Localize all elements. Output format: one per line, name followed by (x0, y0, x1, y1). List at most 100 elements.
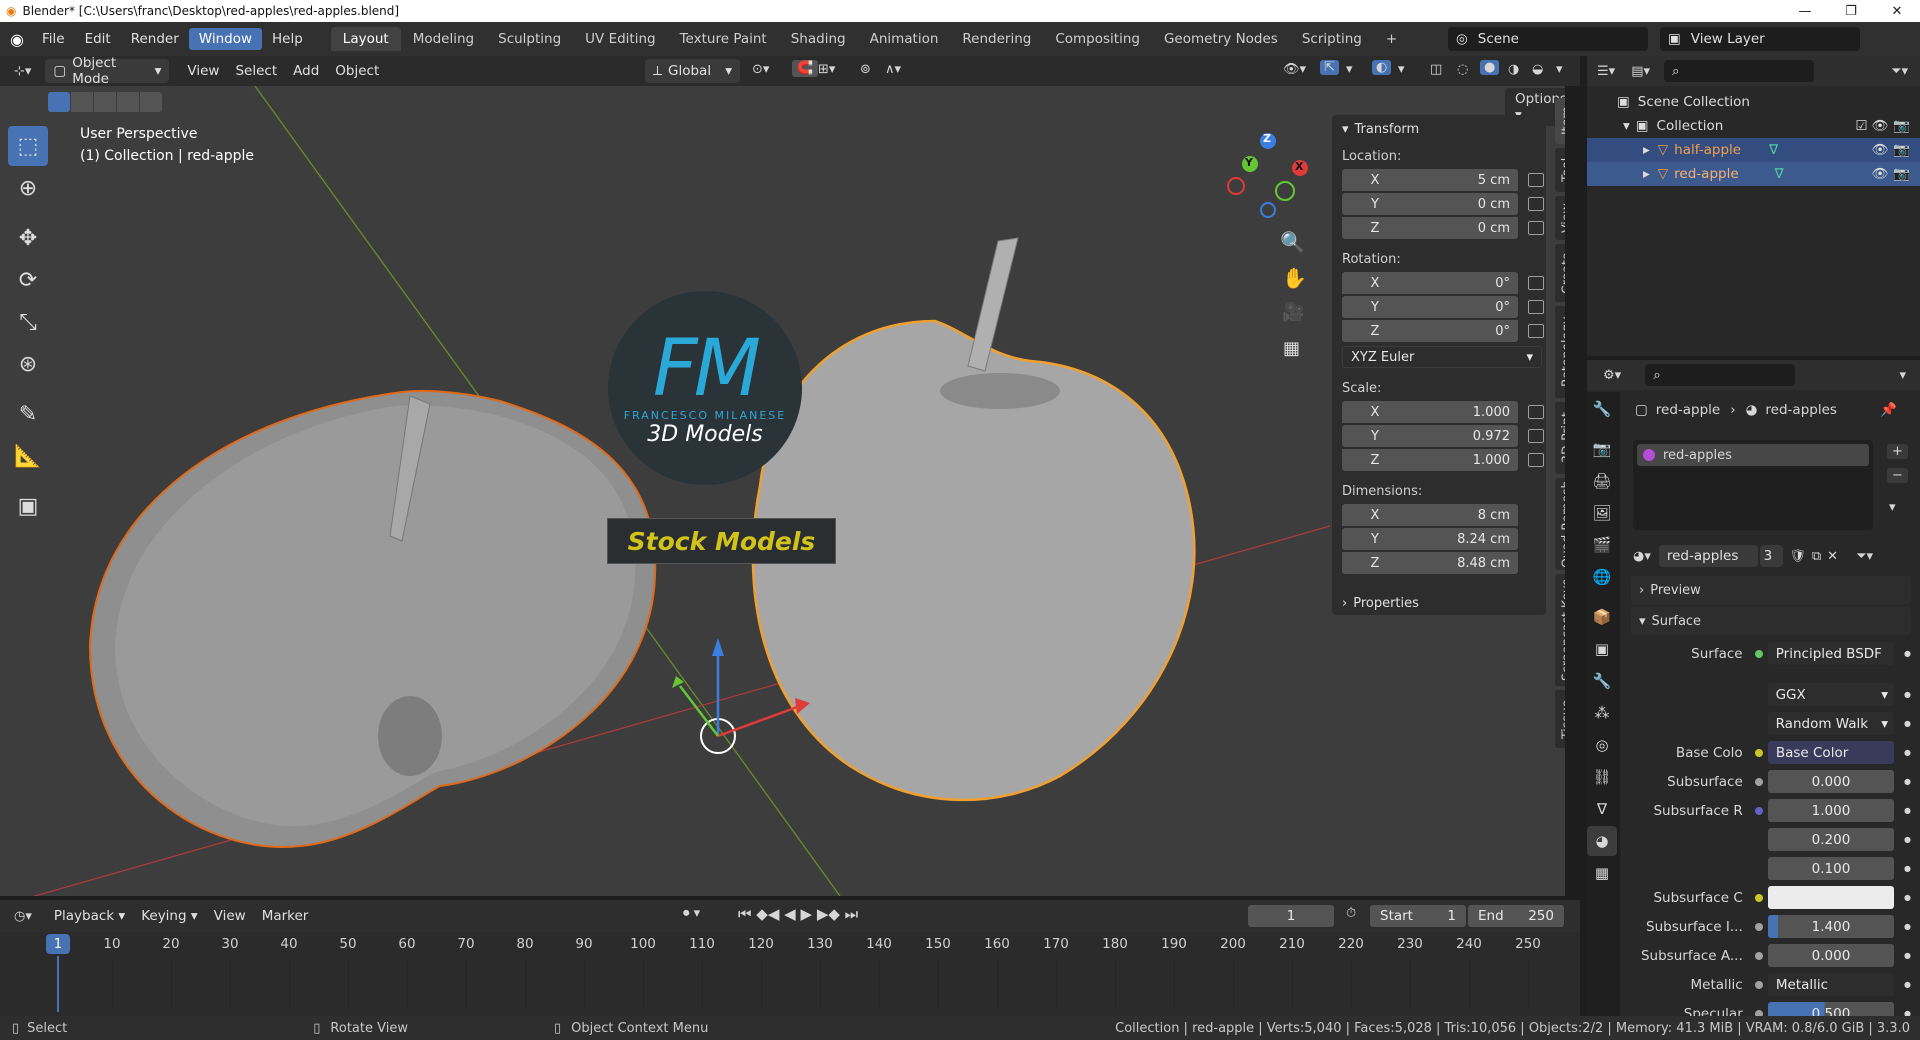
visibility-icon[interactable]: 👁 📷 (1872, 166, 1910, 182)
socket-icon[interactable] (1751, 806, 1768, 815)
keyframe-dot-icon[interactable]: ● (1904, 719, 1911, 728)
lock-icon[interactable] (1528, 276, 1544, 290)
tab-sculpting[interactable]: Sculpting (486, 27, 573, 51)
minimize-button[interactable]: — (1782, 0, 1828, 22)
constraints-tab-icon[interactable]: ⛓ (1587, 762, 1617, 792)
jump-keyframe-back-icon[interactable]: ◆◀ (756, 905, 779, 923)
socket-icon[interactable] (1751, 777, 1768, 786)
record-icon[interactable]: ⏺ ▾ (683, 906, 700, 921)
gizmo-toggle-icon[interactable]: ⇱ (1320, 60, 1339, 75)
view-layer-tab-icon[interactable]: 🖼 (1587, 498, 1617, 528)
slot-menu-icon[interactable]: ▾ (1889, 500, 1896, 515)
dimensions-x-field[interactable]: X 8 cm (1342, 504, 1518, 526)
zoom-icon[interactable]: 🔍 (1280, 230, 1305, 254)
menu-select[interactable]: Select (227, 61, 285, 81)
lock-icon[interactable] (1528, 429, 1544, 443)
tab-geometry-nodes[interactable]: Geometry Nodes (1152, 27, 1290, 51)
socket-icon[interactable] (1751, 951, 1768, 960)
menu-view[interactable]: View (179, 61, 227, 81)
material-tab-icon[interactable]: ◕ (1587, 826, 1617, 856)
current-frame-field[interactable]: 1 (1248, 905, 1334, 927)
falloff-icon[interactable]: ∧▾ (885, 62, 901, 77)
wireframe-shading-icon[interactable]: ◌ (1457, 62, 1468, 77)
overlay-menu-icon[interactable]: ▾ (1398, 62, 1405, 77)
remove-slot-button[interactable]: − (1887, 468, 1908, 483)
material-name-field[interactable]: red-apples (1658, 545, 1758, 567)
add-slot-button[interactable]: + (1887, 444, 1908, 459)
output-tab-icon[interactable]: 🖨 (1587, 466, 1617, 496)
display-mode-icon[interactable]: ▤▾ (1631, 64, 1650, 79)
scale-z-field[interactable]: Z 1.000 (1342, 449, 1518, 471)
dimensions-y-field[interactable]: Y 8.24 cm (1342, 528, 1518, 550)
lock-icon[interactable] (1528, 197, 1544, 211)
menu-keying[interactable]: Keying ▾ (133, 906, 205, 926)
cursor-icon[interactable]: ⊕ (8, 168, 48, 208)
outliner-editor-icon[interactable]: ☰▾ (1597, 64, 1615, 79)
add-cube-icon[interactable]: ▣ (8, 486, 48, 526)
menu-marker[interactable]: Marker (254, 906, 317, 926)
keyframe-dot-icon[interactable]: ● (1904, 951, 1911, 960)
tab-modeling[interactable]: Modeling (401, 27, 486, 51)
timeline-editor-icon[interactable]: ◷▾ (14, 909, 32, 924)
surface-panel-header[interactable]: ▾ Surface (1631, 607, 1911, 635)
jump-start-icon[interactable]: ⏮ (738, 905, 752, 923)
add-workspace-button[interactable]: + (1374, 27, 1409, 51)
rotation-y-field[interactable]: Y 0° (1342, 296, 1518, 318)
property-field[interactable]: Principled BSDF (1767, 642, 1895, 665)
end-frame-field[interactable]: End 250 (1468, 905, 1564, 927)
particles-tab-icon[interactable]: ⁂ (1587, 698, 1617, 728)
dimensions-z-field[interactable]: Z 8.48 cm (1342, 552, 1518, 574)
rotate-icon[interactable]: ⟳ (8, 260, 48, 300)
keyframe-dot-icon[interactable]: ● (1904, 777, 1911, 786)
lock-icon[interactable] (1528, 221, 1544, 235)
tab-uv-editing[interactable]: UV Editing (573, 27, 667, 51)
collection-tab-icon[interactable]: 📦 (1587, 602, 1617, 632)
scale-icon[interactable]: ⤡ (8, 302, 48, 342)
rotation-x-field[interactable]: X 0° (1342, 272, 1518, 294)
filter-icon[interactable]: ⏷▾ (1891, 64, 1908, 79)
sidebar-tab-create[interactable]: Create (1555, 244, 1565, 302)
dropdown-icon[interactable]: ▾ (1899, 368, 1906, 383)
menu-render[interactable]: Render (121, 28, 189, 50)
pivot-icon[interactable]: ⊙▾ (752, 62, 769, 77)
unlink-icon[interactable]: ✕ (1827, 549, 1838, 564)
visibility-icon[interactable]: 👁▾ (1283, 62, 1306, 77)
property-field[interactable]: 0.100 (1767, 857, 1895, 880)
sidebar-tab-tissue[interactable]: Tissue (1555, 690, 1565, 748)
sidebar-tab-screencast-keys[interactable]: Screencast Keys (1555, 574, 1565, 686)
sidebar-tab-retopology[interactable]: Retopology (1555, 306, 1565, 398)
sidebar-tab-item[interactable]: Item (1555, 98, 1565, 144)
user-count[interactable]: 3 (1759, 545, 1784, 567)
select-new-icon[interactable] (48, 92, 70, 112)
socket-icon[interactable] (1751, 980, 1768, 989)
sidebar-tab-3d-print[interactable]: 3D-Print (1555, 402, 1565, 474)
sidebar-tab-view[interactable]: View (1555, 196, 1565, 240)
socket-icon[interactable] (1751, 649, 1768, 658)
render-tab-icon[interactable]: 📷 (1587, 434, 1617, 464)
annotate-icon[interactable]: ✎ (8, 394, 48, 434)
material-slot-list[interactable]: red-apples (1633, 440, 1873, 530)
menu-add[interactable]: Add (285, 61, 327, 81)
lock-icon[interactable] (1528, 300, 1544, 314)
nav-gizmo-z-icon[interactable]: Z (1263, 132, 1271, 145)
menu-edit[interactable]: Edit (75, 28, 121, 50)
keyframe-dot-icon[interactable]: ● (1904, 922, 1911, 931)
select-intersect-icon[interactable] (140, 92, 162, 112)
keyframe-dot-icon[interactable]: ● (1904, 748, 1911, 757)
fake-user-icon[interactable]: 🛡 (1789, 549, 1806, 564)
outliner-search-input[interactable]: ⌕ (1664, 60, 1814, 82)
material-slot[interactable]: red-apples (1637, 444, 1869, 466)
property-field[interactable]: GGX ▾ (1767, 683, 1894, 706)
socket-icon[interactable] (1751, 748, 1768, 757)
lock-icon[interactable] (1528, 453, 1544, 467)
property-field[interactable]: Metallic (1767, 973, 1895, 996)
nav-gizmo-y-icon[interactable]: Y (1245, 156, 1253, 169)
modifier-tab-icon[interactable]: 🔧 (1587, 666, 1617, 696)
maximize-button[interactable]: ❐ (1828, 0, 1874, 22)
perspective-grid-icon[interactable]: ▦ (1283, 338, 1300, 359)
sidebar-tab-quad-remesh[interactable]: Quad Remesh (1555, 478, 1565, 570)
scale-y-field[interactable]: Y 0.972 (1342, 425, 1518, 447)
properties-search-input[interactable]: ⌕ (1645, 364, 1796, 386)
select-invert-icon[interactable] (117, 92, 139, 112)
transform-panel-header[interactable]: ▾ Transform (1342, 115, 1546, 143)
